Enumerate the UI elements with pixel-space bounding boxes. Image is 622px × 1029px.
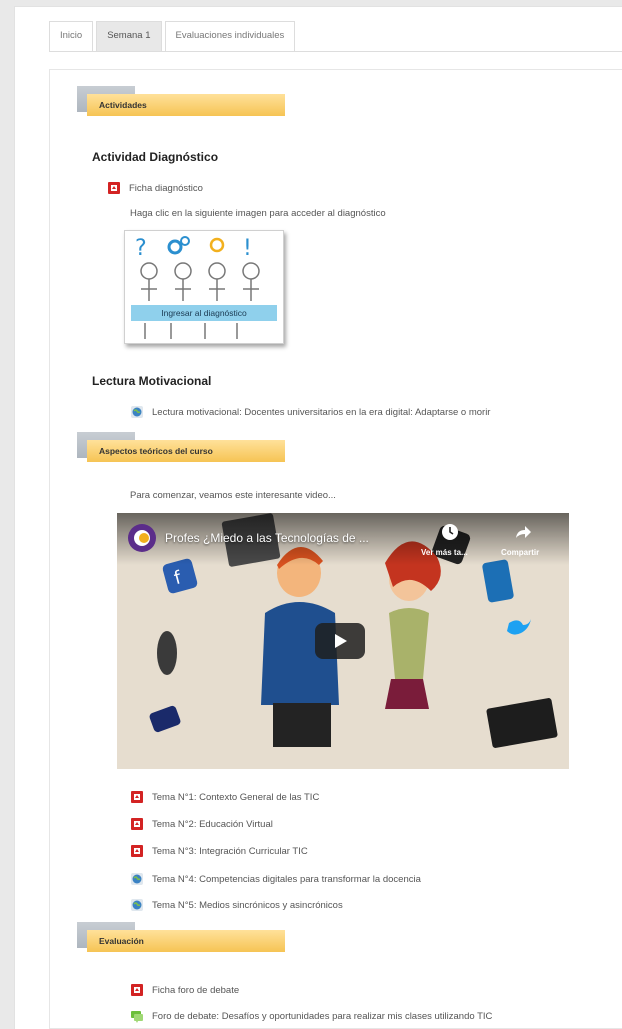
channel-avatar-icon[interactable] (127, 523, 157, 553)
link-label: Tema N°3: Integración Curricular TIC (152, 845, 308, 857)
tab-bar: Inicio Semana 1 Evaluaciones individuale… (49, 21, 298, 51)
url-globe-icon (131, 406, 143, 418)
link-tema-5[interactable]: Tema N°5: Medios sincrónicos y asincróni… (130, 898, 343, 912)
diagnostico-illustration: ? ! (135, 236, 260, 339)
link-label: Tema N°5: Medios sincrónicos y asincróni… (152, 899, 343, 911)
instruction-text: Haga clic en la siguiente imagen para ac… (130, 208, 386, 219)
section-title: Aspectos teóricos del curso (87, 440, 285, 462)
diagnostico-image-link[interactable]: ? ! Ingresar al diagnóstico (124, 230, 284, 344)
watch-later-label[interactable]: Ver más ta... (421, 548, 468, 557)
tab-semana-1[interactable]: Semana 1 (96, 21, 162, 51)
link-tema-4[interactable]: Tema N°4: Competencias digitales para tr… (130, 872, 421, 886)
link-ficha-diagnostico[interactable]: Ficha diagnóstico (107, 181, 203, 195)
video-player[interactable]: f Profes ¿Miedo a las Tecnologías de ...… (117, 513, 569, 769)
play-button[interactable] (315, 623, 365, 659)
section-title: Actividades (87, 94, 285, 116)
link-label: Ficha foro de debate (152, 984, 240, 996)
video-title[interactable]: Profes ¿Miedo a las Tecnologías de ... (165, 531, 369, 545)
section-header-aspectos: Aspectos teóricos del curso (77, 432, 285, 466)
pdf-icon (131, 845, 143, 857)
link-label: Foro de debate: Desafíos y oportunidades… (152, 1010, 493, 1022)
pdf-icon (131, 984, 143, 996)
diagnostico-button-label: Ingresar al diagnóstico (131, 305, 277, 321)
pdf-icon (131, 818, 143, 830)
link-tema-3[interactable]: Tema N°3: Integración Curricular TIC (130, 844, 308, 858)
link-label: Tema N°4: Competencias digitales para tr… (152, 873, 421, 885)
link-label: Tema N°2: Educación Virtual (152, 818, 273, 830)
link-foro-debate[interactable]: Foro de debate: Desafíos y oportunidades… (130, 1009, 492, 1023)
pdf-icon (108, 182, 120, 194)
heading-lectura-motivacional: Lectura Motivacional (92, 374, 212, 388)
play-icon (335, 634, 347, 648)
tab-evaluaciones-individuales[interactable]: Evaluaciones individuales (164, 21, 296, 51)
pdf-icon (131, 791, 143, 803)
url-globe-icon (131, 873, 143, 885)
link-tema-2[interactable]: Tema N°2: Educación Virtual (130, 817, 273, 831)
section-title: Evaluación (87, 930, 285, 952)
share-label[interactable]: Compartir (501, 548, 539, 557)
heading-actividad-diagnostico: Actividad Diagnóstico (92, 150, 219, 164)
intro-text: Para comenzar, veamos este interesante v… (130, 490, 336, 501)
link-tema-1[interactable]: Tema N°1: Contexto General de las TIC (130, 790, 319, 804)
share-icon[interactable] (515, 523, 533, 541)
svg-text:?: ? (135, 236, 147, 261)
link-label: Lectura motivacional: Docentes universit… (152, 406, 491, 418)
forum-icon (131, 1011, 143, 1023)
link-lectura-motivacional[interactable]: Lectura motivacional: Docentes universit… (130, 405, 490, 419)
url-globe-icon (131, 899, 143, 911)
link-ficha-foro[interactable]: Ficha foro de debate (130, 983, 239, 997)
watch-later-icon[interactable] (441, 523, 459, 541)
link-label: Ficha diagnóstico (129, 182, 203, 194)
section-header-evaluacion: Evaluación (77, 922, 285, 956)
link-label: Tema N°1: Contexto General de las TIC (152, 791, 320, 803)
section-header-actividades: Actividades (77, 86, 285, 120)
svg-text:!: ! (243, 236, 252, 261)
tab-inicio[interactable]: Inicio (49, 21, 94, 51)
tab-divider (49, 51, 622, 52)
